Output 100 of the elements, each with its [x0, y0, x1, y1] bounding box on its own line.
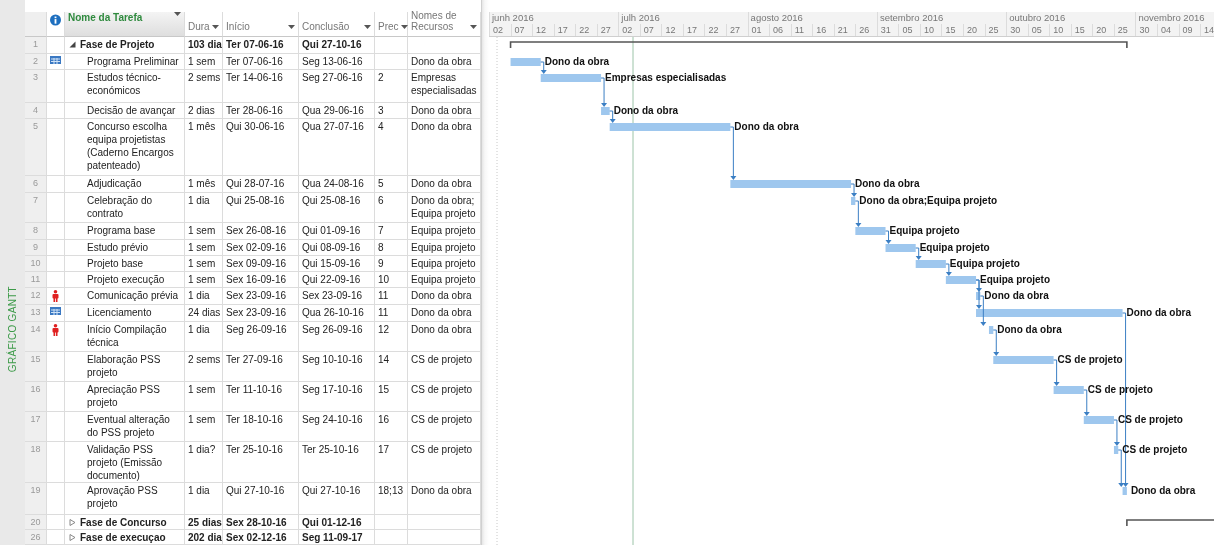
triangle-icon[interactable]: [69, 41, 76, 48]
dependency-arrow: [915, 247, 922, 260]
duration-cell: 1 sem: [185, 223, 223, 240]
column-header[interactable]: Dura: [185, 12, 223, 37]
task-bar[interactable]: [988, 326, 994, 334]
day-label: 20: [963, 24, 985, 36]
duration-cell: 103 dia: [185, 37, 223, 54]
predecessors-cell: 14: [375, 352, 408, 382]
finish-date-cell: Seg 13-06-16: [299, 54, 375, 70]
task-bar[interactable]: [915, 260, 946, 268]
column-header[interactable]: Prec: [375, 12, 408, 37]
task-bar[interactable]: [976, 309, 1123, 317]
duration-cell: 1 dia: [185, 322, 223, 352]
month-label: outubro 2016: [1006, 12, 1136, 24]
day-label: 30: [1135, 24, 1157, 36]
bar-label: Dono da obra: [734, 121, 799, 132]
finish-date-cell: Ter 25-10-16: [299, 442, 375, 483]
finish-date-cell: Qui 15-09-16: [299, 256, 375, 272]
row-number: 7: [25, 193, 47, 223]
start-date-cell: Ter 07-06-16: [223, 54, 299, 70]
duration-cell: 1 mês: [185, 176, 223, 193]
task-name: Estudos técnico-económicos: [87, 71, 162, 97]
duration-cell: 25 dias: [185, 515, 223, 530]
task-bar[interactable]: [1122, 487, 1127, 495]
task-bar[interactable]: [601, 107, 610, 115]
task-bar[interactable]: [976, 292, 981, 300]
task-bar[interactable]: [609, 123, 731, 131]
task-bar[interactable]: [851, 197, 856, 205]
finish-date-cell: Seg 27-06-16: [299, 70, 375, 103]
duration-cell: 1 dia?: [185, 442, 223, 483]
task-bar[interactable]: [730, 180, 852, 188]
row-number: 18: [25, 442, 47, 483]
day-label: 06: [769, 24, 791, 36]
finish-date-cell: Qua 26-10-16: [299, 305, 375, 322]
start-date-cell: Sex 23-09-16: [223, 305, 299, 322]
bar-label: Equipa projeto: [919, 242, 990, 253]
task-bar[interactable]: [540, 74, 602, 82]
bar-label: Dono da obra: [1126, 307, 1191, 318]
column-header[interactable]: Início: [223, 12, 299, 37]
predecessors-cell: 9: [375, 256, 408, 272]
start-date-cell: Seg 26-09-16: [223, 322, 299, 352]
column-header[interactable]: Nome da Tarefa: [65, 12, 185, 37]
day-label: 14: [1200, 24, 1214, 36]
column-header[interactable]: [47, 12, 65, 37]
day-label: 25: [1113, 24, 1136, 36]
task-bar[interactable]: [510, 58, 541, 66]
duration-cell: 1 sem: [185, 382, 223, 412]
task-bar[interactable]: [1083, 416, 1114, 424]
column-header[interactable]: Conclusão: [299, 12, 375, 37]
day-label: 20: [1092, 24, 1114, 36]
duration-cell: 1 sem: [185, 272, 223, 288]
task-bar[interactable]: [993, 356, 1054, 364]
predecessors-cell: [375, 54, 408, 70]
task-bar[interactable]: [945, 276, 977, 284]
calendar-icon: [50, 56, 61, 64]
start-date-cell: Ter 07-06-16: [223, 37, 299, 54]
day-label: 09: [1178, 24, 1201, 36]
day-label: 22: [704, 24, 726, 36]
task-bar[interactable]: [855, 227, 886, 235]
summary-bar[interactable]: [1126, 519, 1214, 527]
caret-icon: [364, 25, 371, 29]
day-label: 01: [747, 24, 770, 36]
row-number: 13: [25, 305, 47, 322]
view-label[interactable]: GRÁFICO GANTT: [7, 286, 18, 373]
day-label: 07: [510, 24, 533, 36]
start-date-cell: Qui 25-08-16: [223, 193, 299, 223]
start-date-cell: Sex 02-12-16: [223, 530, 299, 545]
finish-date-cell: Qui 01-12-16: [299, 515, 375, 530]
day-label: 17: [682, 24, 705, 36]
summary-bar[interactable]: [509, 41, 1128, 49]
task-bar[interactable]: [1053, 386, 1084, 394]
finish-date-cell: Qui 27-10-16: [299, 483, 375, 515]
predecessors-cell: 15: [375, 382, 408, 412]
finish-date-cell: Seg 26-09-16: [299, 322, 375, 352]
row-number: 1: [25, 37, 47, 54]
day-label: 02: [618, 24, 640, 36]
finish-date-cell: Seg 17-10-16: [299, 382, 375, 412]
row-number: 3: [25, 70, 47, 103]
predecessors-cell: 4: [375, 119, 408, 176]
predecessors-cell: [375, 515, 408, 530]
task-name: Validação PSS projeto (Emissão documento): [87, 443, 164, 482]
task-name: Fase de Concurso: [80, 516, 167, 529]
task-name: Celebração do contrato: [87, 194, 154, 220]
row-number: 16: [25, 382, 47, 412]
predecessors-cell: 2: [375, 70, 408, 103]
duration-cell: 2 dias: [185, 103, 223, 119]
task-bar[interactable]: [885, 244, 916, 252]
finish-date-cell: Qui 01-09-16: [299, 223, 375, 240]
day-label: 17: [553, 24, 576, 36]
column-header[interactable]: Nomes de Recursos: [408, 12, 481, 37]
caret-icon: [400, 25, 408, 29]
month-label: junh 2016: [489, 12, 619, 24]
finish-date-cell: Seg 24-10-16: [299, 412, 375, 442]
duration-cell: 1 dia: [185, 288, 223, 305]
predecessors-cell: [375, 37, 408, 54]
duration-cell: 2 sems: [185, 70, 223, 103]
start-date-cell: Qui 27-10-16: [223, 483, 299, 515]
task-bar[interactable]: [1113, 446, 1119, 454]
task-name: Fase de execuçao: [80, 531, 166, 544]
month-label: novembro 2016: [1135, 12, 1214, 24]
